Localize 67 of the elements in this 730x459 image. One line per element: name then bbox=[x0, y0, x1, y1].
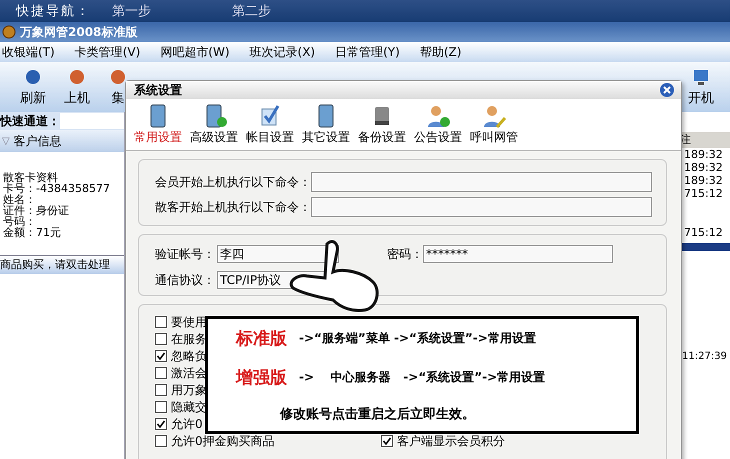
table-cell: 189:32 bbox=[684, 161, 723, 174]
section-header[interactable]: ▽ 客户信息 bbox=[0, 130, 124, 152]
checkbox[interactable] bbox=[155, 401, 167, 413]
customer-info-line: 姓名： bbox=[3, 194, 36, 205]
option-label: 允许0押金购买商品 bbox=[171, 432, 275, 450]
purchase-notice[interactable]: 商品购买，请双击处理 bbox=[0, 255, 124, 274]
option-label: 在服务 bbox=[171, 330, 207, 348]
toolbar-button[interactable]: 刷新 bbox=[14, 67, 52, 107]
customer-info-line: 散客卡资料 bbox=[3, 172, 58, 183]
checkbox[interactable] bbox=[155, 435, 167, 447]
password-field[interactable]: ******* bbox=[423, 245, 613, 263]
nav-step-link[interactable]: 第二步 bbox=[232, 2, 352, 20]
edition-label: 标准版 bbox=[236, 328, 287, 350]
command-label: 散客开始上机执行以下命令： bbox=[155, 198, 311, 216]
table-cell: 715:12 bbox=[684, 187, 723, 200]
checkbox[interactable] bbox=[155, 316, 167, 328]
toolbar-button[interactable]: 集 bbox=[102, 67, 134, 107]
menu-item[interactable]: 帮助(Z) bbox=[420, 44, 462, 60]
menu-item[interactable]: 日常管理(Y) bbox=[335, 44, 400, 60]
app-title: 万象网管2008标准版 bbox=[20, 24, 138, 40]
menu-item[interactable]: 卡类管理(V) bbox=[74, 44, 140, 60]
settings-tab[interactable]: 常用设置 bbox=[132, 103, 184, 146]
password-label: 密码： bbox=[387, 246, 423, 262]
close-icon[interactable] bbox=[659, 82, 675, 98]
checkbox[interactable] bbox=[155, 350, 167, 362]
toolbar-button[interactable]: 上机 bbox=[58, 67, 96, 107]
command-field[interactable] bbox=[311, 172, 652, 192]
instruction-note: 修改账号点击重启之后立即生效。 bbox=[278, 406, 476, 423]
table-cell: 189:32 bbox=[684, 174, 723, 187]
option-label: 激活会 bbox=[171, 364, 207, 382]
checkbox[interactable] bbox=[155, 384, 167, 396]
checkbox[interactable] bbox=[381, 435, 393, 447]
table-cell: 715:12 bbox=[684, 226, 723, 239]
customer-info-line: 证件：身份证 bbox=[3, 205, 70, 216]
nav-step-link[interactable]: 第一步 bbox=[112, 2, 232, 20]
toolbar-button[interactable]: 开机 bbox=[682, 67, 720, 107]
account-label: 验证帐号： bbox=[155, 246, 216, 262]
menu-item[interactable]: 班次记录(X) bbox=[250, 44, 316, 60]
settings-tab[interactable]: 备份设置 bbox=[356, 103, 408, 146]
checkbox[interactable] bbox=[155, 333, 167, 345]
customer-info-line: 金额：71元 bbox=[3, 227, 62, 238]
customer-info-line: 卡号：-4384358577 bbox=[3, 183, 111, 194]
dialog-title: 系统设置 bbox=[134, 82, 182, 98]
option-label: 允许0 bbox=[171, 416, 203, 432]
protocol-label: 通信协议： bbox=[155, 272, 216, 288]
command-field[interactable] bbox=[311, 197, 652, 217]
menu-path-text: ->“服务端”菜单 ->“系统设置”->常用设置 bbox=[299, 330, 536, 347]
customer-info-line: 号码： bbox=[3, 216, 36, 227]
checkbox[interactable] bbox=[155, 418, 167, 430]
command-label: 会员开始上机执行以下命令： bbox=[155, 174, 311, 190]
edition-label: 增强版 bbox=[236, 367, 287, 389]
menu-path-text: -> 中心服务器 ->“系统设置”->常用设置 bbox=[299, 369, 546, 386]
monitor-icon bbox=[691, 67, 711, 87]
menu-item[interactable]: 收银端(T) bbox=[2, 44, 55, 60]
settings-tab[interactable]: 帐目设置 bbox=[244, 103, 296, 146]
settings-tab[interactable]: 公告设置 bbox=[412, 103, 464, 146]
settings-tab[interactable]: 高级设置 bbox=[188, 103, 240, 146]
settings-tab[interactable]: 呼叫网管 bbox=[468, 103, 520, 146]
checkbox[interactable] bbox=[155, 367, 167, 379]
logo-icon bbox=[2, 25, 16, 39]
nav-label: 快捷导航： bbox=[16, 3, 92, 20]
settings-tab[interactable]: 其它设置 bbox=[300, 103, 352, 146]
menu-item[interactable]: 网吧超市(W) bbox=[160, 44, 230, 60]
option-label: 用万象 bbox=[171, 382, 207, 398]
table-cell: 189:32 bbox=[684, 148, 723, 161]
table-cell-text: 11:27:39 bbox=[681, 351, 728, 362]
option-label: 客户端显示会员积分 bbox=[397, 432, 505, 450]
